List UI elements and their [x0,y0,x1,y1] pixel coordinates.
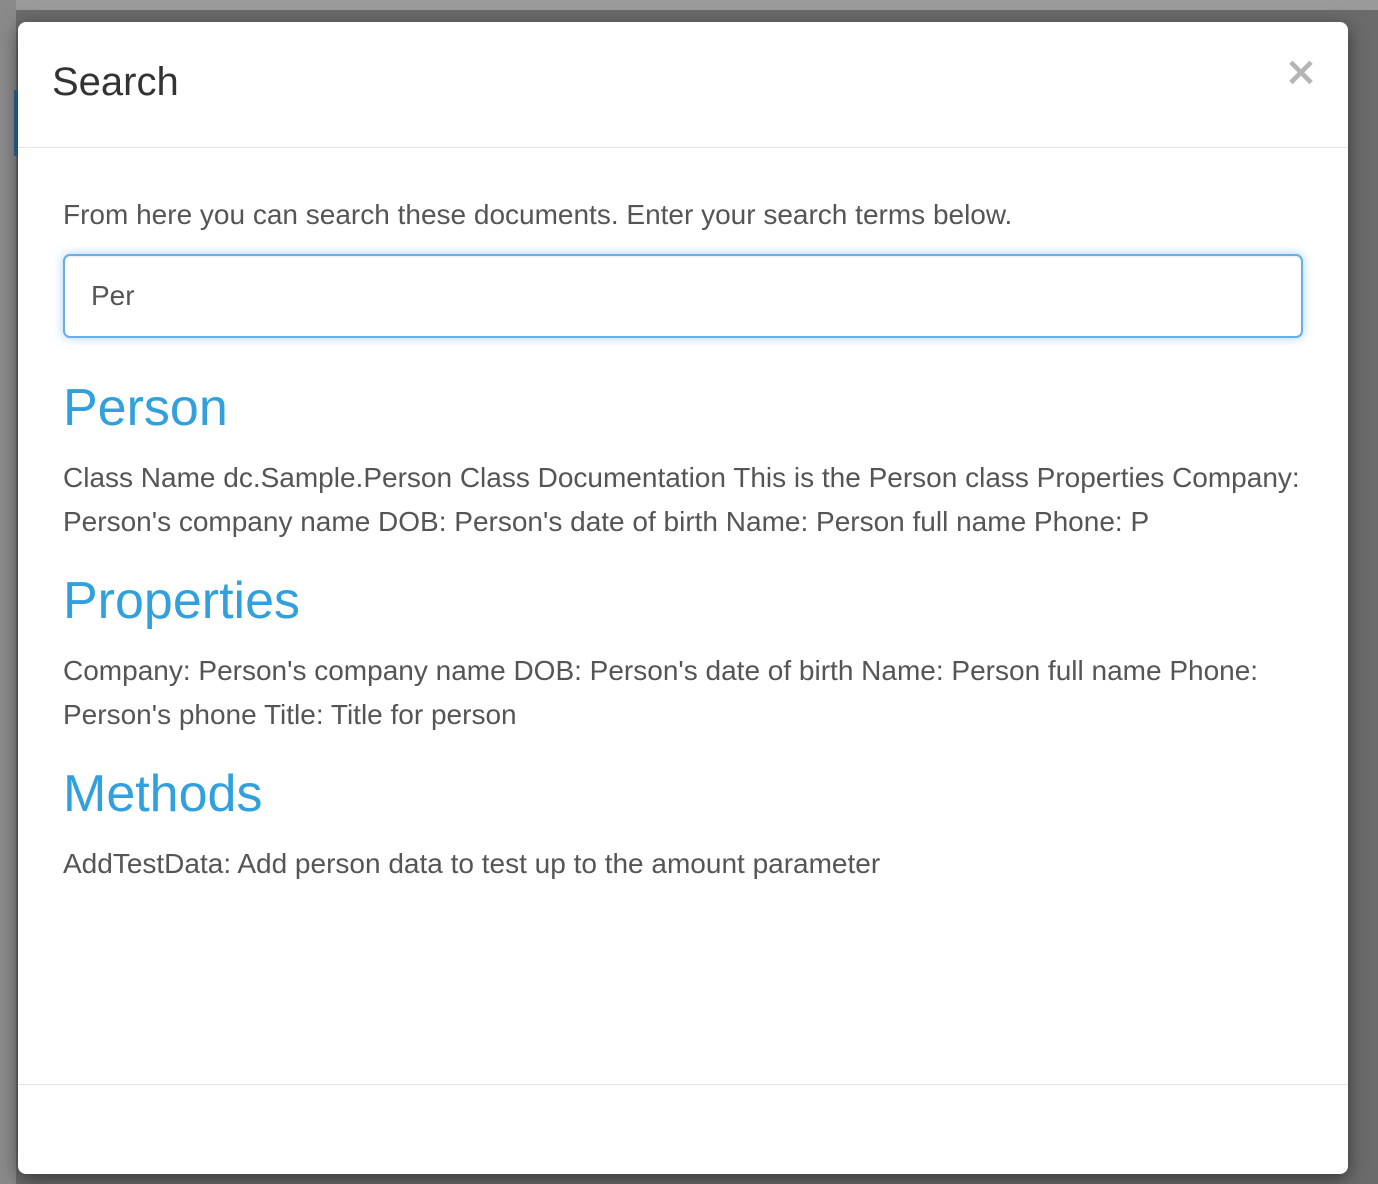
result-title-link[interactable]: Properties [63,571,1303,631]
search-input[interactable] [63,254,1303,338]
result-description: Company: Person's company name DOB: Pers… [63,655,1259,730]
modal-title: Search [52,60,179,104]
result-description: Class Name dc.Sample.Person Class Docume… [63,462,1300,537]
search-result: Properties Company: Person's company nam… [63,571,1303,737]
search-instructions: From here you can search these documents… [63,199,1013,230]
close-icon[interactable]: × [1284,52,1318,92]
background-page-sidebar [0,0,16,1184]
search-results: Person Class Name dc.Sample.Person Class… [63,378,1303,886]
result-title-link[interactable]: Methods [63,764,1303,824]
modal-body: From here you can search these documents… [63,148,1303,913]
result-title-link[interactable]: Person [63,378,1303,438]
search-modal: Search × From here you can search these … [18,22,1348,1174]
modal-footer [18,1084,1348,1174]
result-description: AddTestData: Add person data to test up … [63,848,881,879]
search-result: Person Class Name dc.Sample.Person Class… [63,378,1303,544]
background-page-edge [0,0,1378,10]
modal-header: Search × [18,22,1348,148]
search-result: Methods AddTestData: Add person data to … [63,764,1303,886]
